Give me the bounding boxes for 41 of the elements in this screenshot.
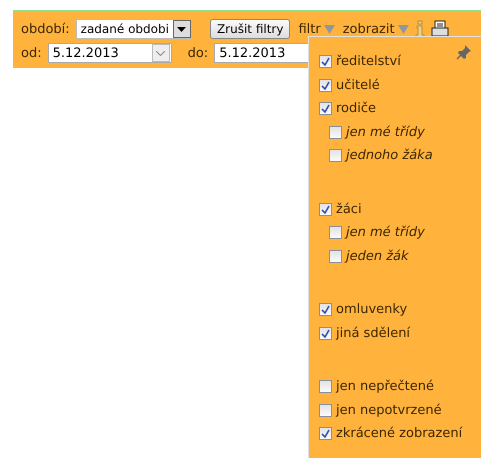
dropdown-triangle-icon bbox=[324, 24, 335, 34]
checkbox[interactable] bbox=[319, 78, 332, 92]
clear-filters-button[interactable]: Zrušit filtry bbox=[210, 19, 290, 39]
from-label: od: bbox=[21, 46, 42, 60]
option-label: jiná sdělení bbox=[336, 326, 410, 341]
checkbox[interactable] bbox=[319, 404, 332, 417]
to-label: do: bbox=[188, 46, 208, 60]
from-date-field[interactable]: 5.12.2013 bbox=[48, 43, 172, 63]
checkbox[interactable] bbox=[319, 303, 332, 316]
option-label: žáci bbox=[336, 202, 362, 217]
checkbox[interactable] bbox=[319, 55, 332, 68]
option-label: zkrácené zobrazení bbox=[336, 426, 462, 442]
checkbox[interactable] bbox=[329, 126, 342, 139]
period-label: období: bbox=[21, 22, 70, 36]
option-label: ředitelství bbox=[336, 54, 401, 70]
display-menu[interactable]: zobrazit bbox=[342, 22, 409, 36]
option-label: jen nepřečtené bbox=[336, 379, 434, 394]
checkbox[interactable] bbox=[329, 149, 342, 162]
chevron-icon bbox=[156, 50, 166, 56]
filter-menu[interactable]: filtr bbox=[298, 22, 335, 36]
checkbox[interactable] bbox=[319, 427, 332, 440]
option-label: jen mé třídy bbox=[346, 225, 425, 240]
checkbox[interactable] bbox=[319, 380, 332, 394]
option-label: rodiče bbox=[336, 101, 376, 116]
checkbox[interactable] bbox=[329, 226, 342, 240]
to-date-field[interactable]: 5.12.2013 bbox=[214, 43, 308, 63]
pin-icon[interactable] bbox=[456, 44, 472, 60]
dropdown-triangle-icon bbox=[398, 24, 409, 34]
checkbox[interactable] bbox=[329, 250, 342, 263]
option-label: učitelé bbox=[336, 78, 380, 93]
print-icon[interactable] bbox=[430, 20, 449, 38]
option-label: jen mé třídy bbox=[346, 124, 425, 140]
caret-icon bbox=[177, 26, 186, 32]
checkbox[interactable] bbox=[319, 202, 332, 216]
checkbox[interactable] bbox=[319, 326, 332, 340]
period-select[interactable]: zadané obdobi bbox=[76, 19, 192, 39]
option-label: omluvenky bbox=[336, 302, 408, 318]
option-label: jednoho žáka bbox=[346, 148, 433, 164]
checkbox[interactable] bbox=[319, 102, 332, 116]
option-label: jen nepotvrzené bbox=[336, 402, 442, 418]
option-label: jeden žák bbox=[346, 248, 409, 264]
